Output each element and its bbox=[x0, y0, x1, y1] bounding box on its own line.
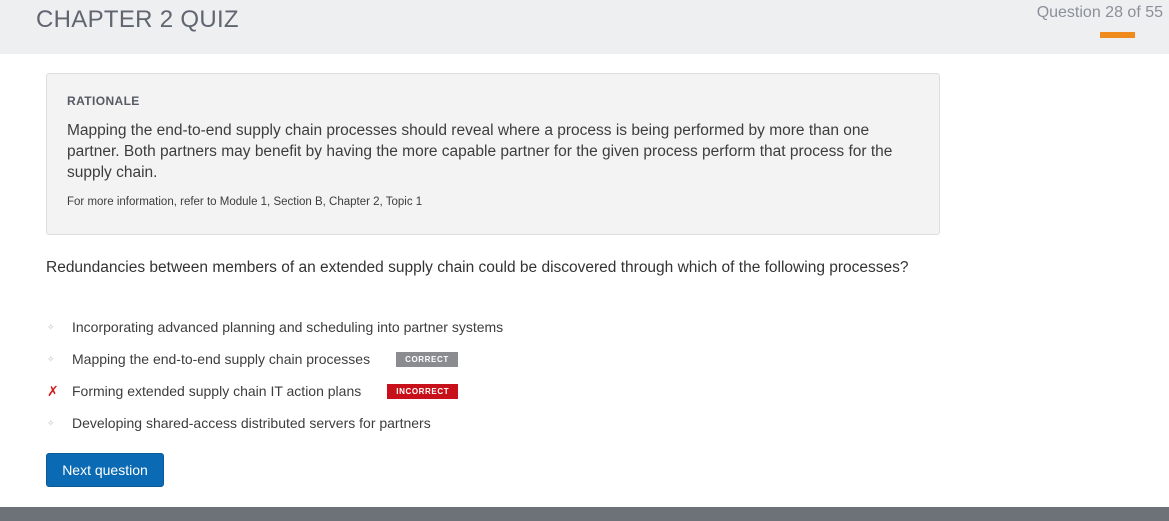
option-bullet-icon: ✧ bbox=[47, 321, 55, 332]
rationale-heading: RATIONALE bbox=[67, 94, 140, 108]
option-label: Incorporating advanced planning and sche… bbox=[72, 319, 504, 335]
next-question-button[interactable]: Next question bbox=[46, 453, 164, 487]
option-bullet-icon: ✧ bbox=[47, 417, 55, 428]
option-label: Developing shared-access distributed ser… bbox=[72, 415, 431, 431]
correct-badge: CORRECT bbox=[396, 351, 458, 367]
progress-bar bbox=[1100, 32, 1169, 38]
rationale-reference: For more information, refer to Module 1,… bbox=[67, 196, 423, 208]
answer-option-2[interactable]: ✧ Mapping the end-to-end supply chain pr… bbox=[46, 343, 926, 375]
page-title: CHAPTER 2 QUIZ bbox=[36, 6, 239, 33]
incorrect-badge: INCORRECT bbox=[387, 383, 459, 399]
option-bullet-icon: ✧ bbox=[47, 353, 55, 364]
answer-options: ✧ Incorporating advanced planning and sc… bbox=[46, 311, 926, 439]
option-label: Mapping the end-to-end supply chain proc… bbox=[72, 351, 371, 367]
rationale-text: Mapping the end-to-end supply chain proc… bbox=[67, 122, 893, 181]
question-text: Redundancies between members of an exten… bbox=[46, 259, 909, 276]
question-counter: Question 28 of 55 bbox=[1036, 4, 1163, 21]
progress-bar-fill bbox=[1100, 32, 1136, 38]
answer-option-1[interactable]: ✧ Incorporating advanced planning and sc… bbox=[46, 311, 926, 343]
page-footer-bar bbox=[0, 507, 1169, 521]
quiz-header: CHAPTER 2 QUIZ Question 28 of 55 bbox=[0, 0, 1169, 54]
option-label: Forming extended supply chain IT action … bbox=[72, 383, 362, 399]
rationale-panel: RATIONALE Mapping the end-to-end supply … bbox=[46, 73, 940, 235]
answer-option-3[interactable]: ✗ Forming extended supply chain IT actio… bbox=[46, 375, 926, 407]
incorrect-x-icon: ✗ bbox=[47, 382, 59, 399]
answer-option-4[interactable]: ✧ Developing shared-access distributed s… bbox=[46, 407, 926, 439]
